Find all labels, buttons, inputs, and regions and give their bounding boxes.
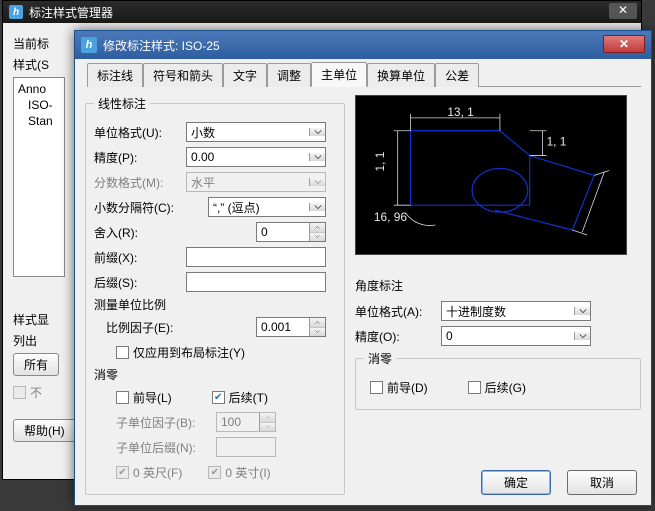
ok-button[interactable]: 确定 [481,470,551,495]
close-icon[interactable]: ✕ [609,3,637,19]
prefix-input[interactable] [186,247,326,267]
precision-label: 精度(P): [94,149,186,166]
fraction-format-label: 分数格式(M): [94,174,186,191]
chevron-down-icon [309,178,325,186]
tab-dimlines[interactable]: 标注线 [87,63,143,87]
linear-group: 线性标注 单位格式(U): 小数 精度(P): 0.00 分数格式(M): 水平 [85,95,345,495]
tab-strip: 标注线 符号和箭头 文字 调整 主单位 换算单位 公差 [87,65,641,87]
preview-pane: 13, 1 1, 1 1, 1 16, 96 [355,95,627,255]
prefix-label: 前缀(X): [94,249,186,266]
angle-precision-label: 精度(O): [355,328,441,345]
suffix-input[interactable] [186,272,326,292]
no-checkbox: 不 [13,384,42,401]
svg-text:1, 1: 1, 1 [547,135,567,149]
spin-down-icon[interactable] [309,328,325,337]
tab-tolerance[interactable]: 公差 [435,63,479,87]
trailing-checkbox[interactable]: ✔后续(T) [212,389,268,406]
sub-factor-label: 子单位因子(B): [116,414,216,431]
tab-symbols[interactable]: 符号和箭头 [143,63,223,87]
zero-legend: 消零 [94,366,336,383]
svg-text:13, 1: 13, 1 [447,105,474,119]
spin-up-icon[interactable] [309,318,325,328]
angle-trailing-checkbox[interactable]: 后续(G) [468,379,526,396]
sub-suffix-label: 子单位后缀(N): [116,439,216,456]
style-tree[interactable]: Anno ISO- Stan [13,77,65,277]
leading-checkbox[interactable]: 前导(L) [116,389,172,406]
all-styles-combo[interactable]: 所有 [13,353,59,376]
sub-factor-spinner: 100 [216,412,276,432]
precision-combo[interactable]: 0.00 [186,147,326,167]
front-titlebar[interactable]: h 修改标注样式: ISO-25 ✕ [75,31,651,59]
chevron-down-icon [309,128,325,136]
angle-zero-legend: 消零 [364,350,396,367]
chevron-down-icon [309,153,325,161]
angle-leading-checkbox[interactable]: 前导(D) [370,379,428,396]
spin-up-icon[interactable] [309,223,325,233]
app-icon: h [81,37,97,53]
roundoff-label: 舍入(R): [94,224,186,241]
angle-precision-combo[interactable]: 0 [441,326,591,346]
linear-legend: 线性标注 [94,95,150,112]
suffix-label: 后缀(S): [94,274,186,291]
chevron-down-icon [574,332,590,340]
tab-alt-units[interactable]: 换算单位 [367,63,435,87]
tree-item[interactable]: ISO- [18,98,60,114]
scale-factor-spinner[interactable]: 0.001 [256,317,326,337]
sub-suffix-input [216,437,276,457]
chevron-down-icon [574,307,590,315]
fraction-format-combo: 水平 [186,172,326,192]
tree-item[interactable]: Anno [18,82,60,98]
svg-text:1, 1: 1, 1 [373,151,387,171]
scale-factor-label: 比例因子(E): [106,319,198,336]
angle-unit-combo[interactable]: 十进制度数 [441,301,591,321]
app-icon: h [9,5,23,19]
front-title: 修改标注样式: ISO-25 [103,37,220,54]
scale-legend: 测量单位比例 [94,296,336,313]
tab-fit[interactable]: 调整 [267,63,311,87]
cancel-button[interactable]: 取消 [567,470,637,495]
roundoff-spinner[interactable]: 0 [256,222,326,242]
layout-only-checkbox[interactable]: 仅应用到布局标注(Y) [116,344,245,361]
chevron-down-icon [309,203,325,211]
unit-format-label: 单位格式(U): [94,124,186,141]
tree-item[interactable]: Stan [18,114,60,130]
decimal-sep-combo[interactable]: “,” (逗点) [208,197,326,217]
inches-checkbox: ✔0 英寸(I) [208,464,270,481]
spin-down-icon[interactable] [309,233,325,242]
angle-group: 角度标注 单位格式(A): 十进制度数 精度(O): 0 消零 前导 [355,273,641,416]
angle-legend: 角度标注 [355,277,641,294]
tab-primary-units[interactable]: 主单位 [311,62,367,87]
close-icon[interactable]: ✕ [603,35,645,53]
decimal-sep-label: 小数分隔符(C): [94,199,186,216]
angle-zero-group: 消零 前导(D) 后续(G) [355,350,641,410]
feet-checkbox: ✔0 英尺(F) [116,464,182,481]
svg-text:16, 96: 16, 96 [374,210,407,224]
tab-text[interactable]: 文字 [223,63,267,87]
back-title: 标注样式管理器 [29,4,113,21]
unit-format-combo[interactable]: 小数 [186,122,326,142]
help-button[interactable]: 帮助(H) [13,419,76,442]
back-titlebar[interactable]: h 标注样式管理器 ✕ [3,1,641,23]
modify-dim-style-dialog: h 修改标注样式: ISO-25 ✕ 标注线 符号和箭头 文字 调整 主单位 换… [74,30,652,506]
angle-unit-label: 单位格式(A): [355,303,441,320]
